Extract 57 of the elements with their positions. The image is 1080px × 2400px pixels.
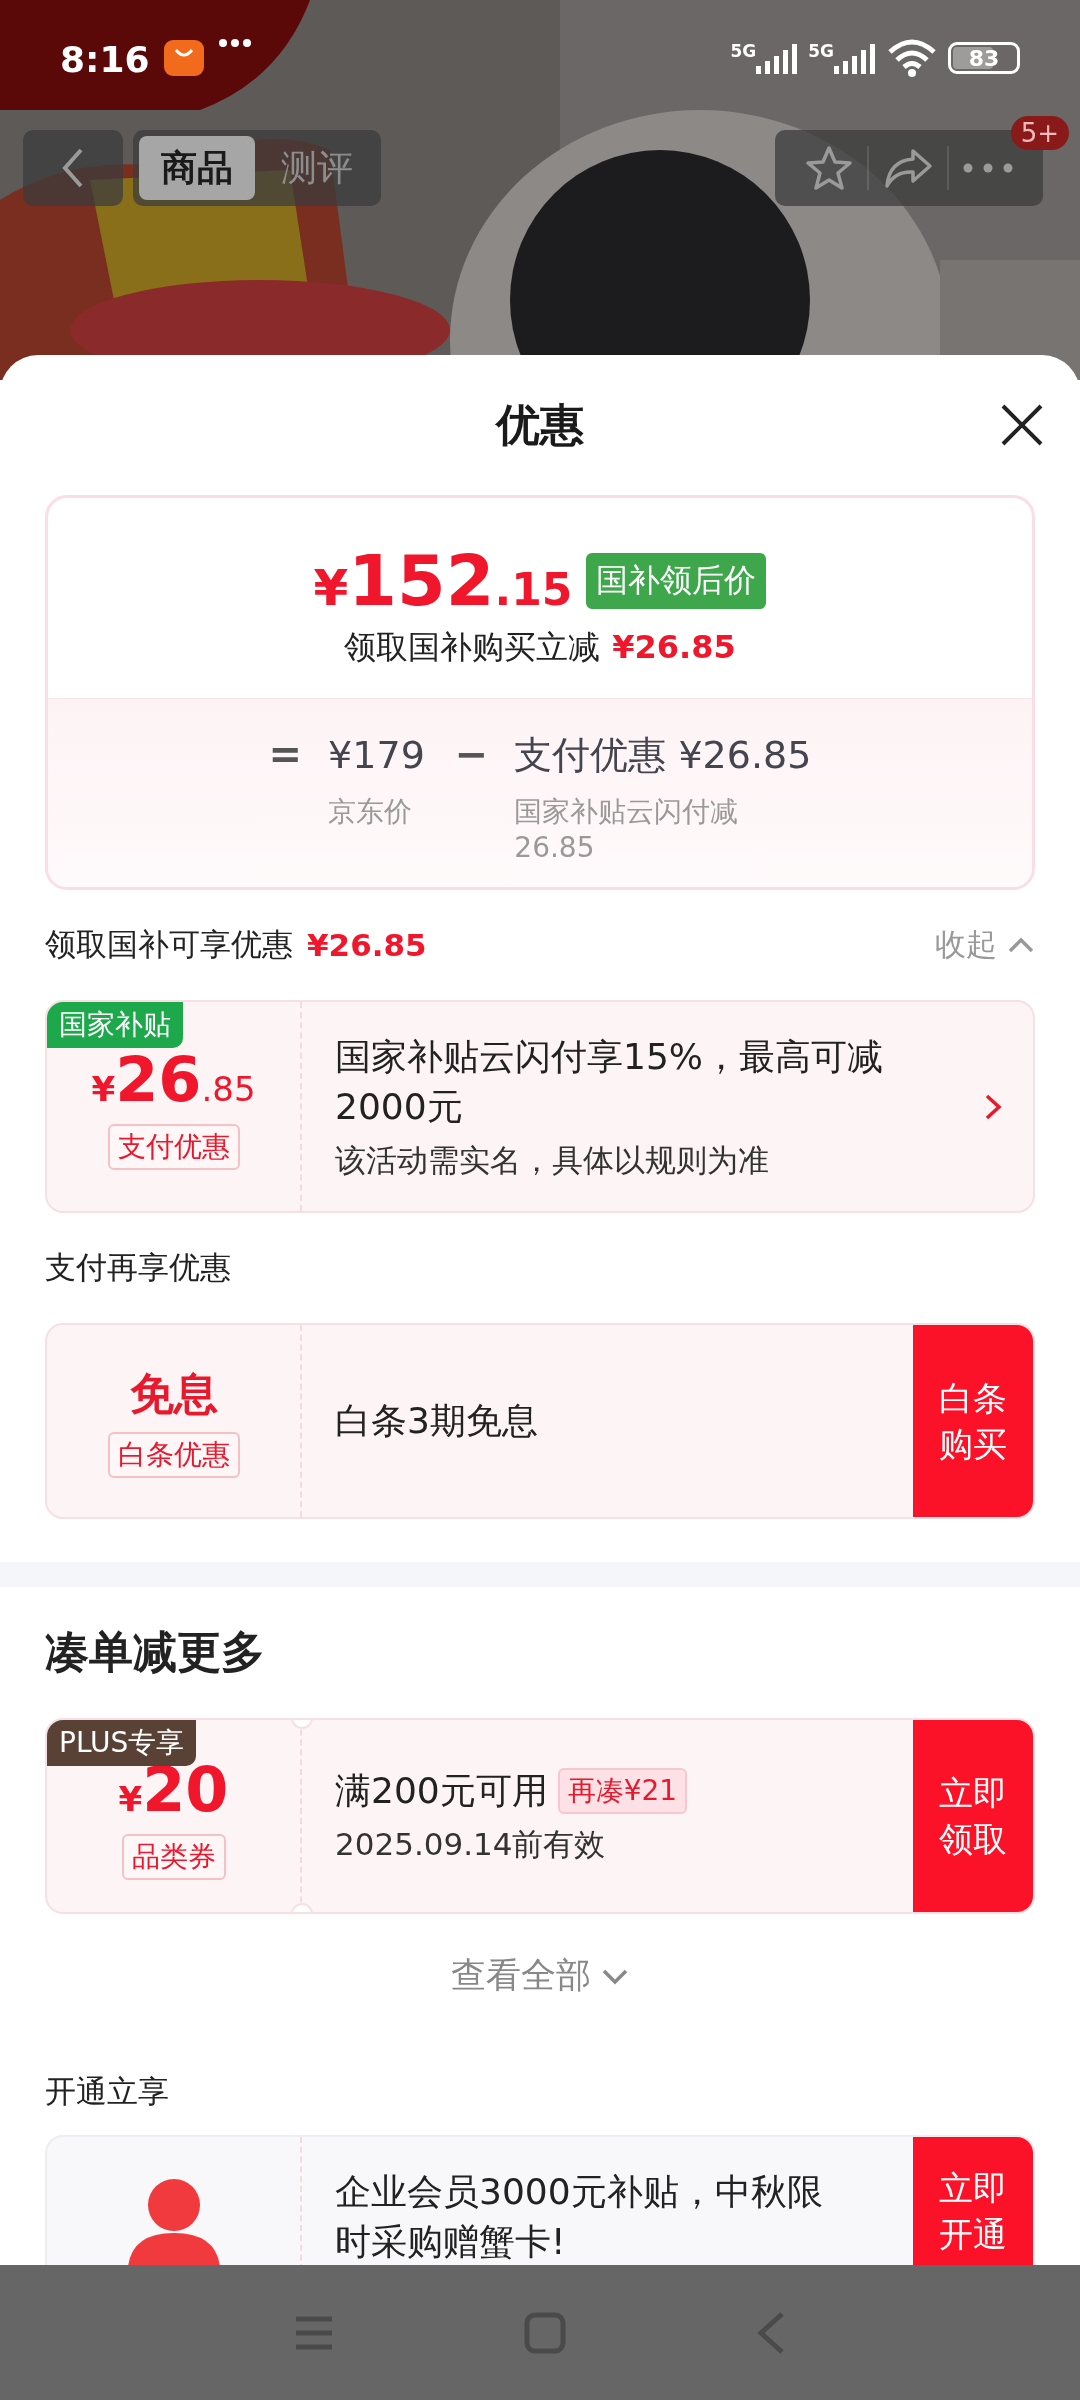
chevron-right-icon [983, 1092, 1003, 1121]
action-button[interactable]: 立即领取 [913, 1720, 1033, 1912]
price-term: 支付优惠 ¥26.85 [514, 732, 812, 779]
coupon-label: 免息 [129, 1366, 218, 1421]
coupon-ribbon: PLUS专享 [47, 1720, 197, 1766]
network-type: 5G [730, 42, 757, 60]
coupon-ribbon: 国家补贴 [47, 1002, 183, 1048]
wifi-icon [886, 38, 938, 78]
sheet-title: 优惠 [496, 397, 584, 452]
battery-icon: 83 [948, 42, 1020, 74]
signal-icon [756, 42, 799, 74]
view-all-button[interactable]: 查看全部 [0, 1914, 1080, 2037]
coupon-note: 2025.09.14前有效 [335, 1825, 607, 1864]
operator-sign: = [268, 730, 303, 779]
signal-icon [834, 42, 876, 74]
status-time: 8:16 [60, 38, 150, 82]
coupon-description: 企业会员3000元补贴，中秋限时采购赠蟹卡! [335, 2170, 824, 2264]
collapse-toggle[interactable]: 收起 [935, 924, 1035, 966]
final-price: ¥152.15 [313, 540, 573, 622]
back-icon [61, 146, 85, 190]
coupon-type-tag: 支付优惠 [107, 1124, 240, 1170]
tab[interactable]: 商品 [139, 136, 255, 200]
section-amount: ¥26.85 [307, 927, 427, 963]
discount-text: 领取国补购买立减 [344, 627, 601, 668]
coupon-type-tag: 白条优惠 [107, 1431, 240, 1478]
coupon-description: 满200元可用 [335, 1769, 548, 1813]
coupon-description: 白条3期免息 [335, 1399, 538, 1443]
back-icon [756, 2310, 786, 2355]
section-title: 凑单减更多 [45, 1625, 265, 1679]
person-icon [125, 2177, 222, 2265]
term-note: 京东价 [328, 794, 413, 831]
section-title: 领取国补可享优惠 [45, 925, 293, 964]
action-button[interactable]: 立即开通 [913, 2137, 1033, 2265]
network-type: 5G [808, 42, 834, 60]
action-button[interactable]: 白条购买 [913, 1325, 1033, 1517]
coupon-description: 国家补贴云闪付享15%，最高可减2000元 [335, 1034, 884, 1129]
shortfall-tag: 再凑¥21 [557, 1768, 688, 1814]
shopping-bag-icon [163, 38, 204, 78]
coupon-note: 该活动需实名，具体以规则为准 [335, 1140, 770, 1180]
star-icon [805, 145, 853, 191]
section-title: 开通立享 [45, 2072, 169, 2111]
close-icon [1000, 403, 1044, 447]
price-tag: 国补领后价 [586, 553, 767, 609]
share-icon [883, 147, 933, 189]
back-button[interactable] [23, 130, 123, 206]
home-square-icon [524, 2311, 566, 2354]
coupon-type-tag: 品类券 [121, 1833, 226, 1880]
price-term: ¥179 [328, 732, 425, 779]
more-icon [963, 163, 1013, 173]
tab[interactable]: 测评 [259, 136, 375, 200]
term-note: 国家补贴云闪付减26.85 [514, 794, 740, 867]
section-title: 支付再享优惠 [45, 1248, 231, 1287]
notification-badge: 5+ [1010, 116, 1069, 150]
operator-sign: − [454, 730, 489, 779]
menu-icon [294, 2314, 334, 2351]
more-notifications-icon [217, 38, 252, 48]
discount-amount: ¥26.85 [612, 628, 736, 666]
